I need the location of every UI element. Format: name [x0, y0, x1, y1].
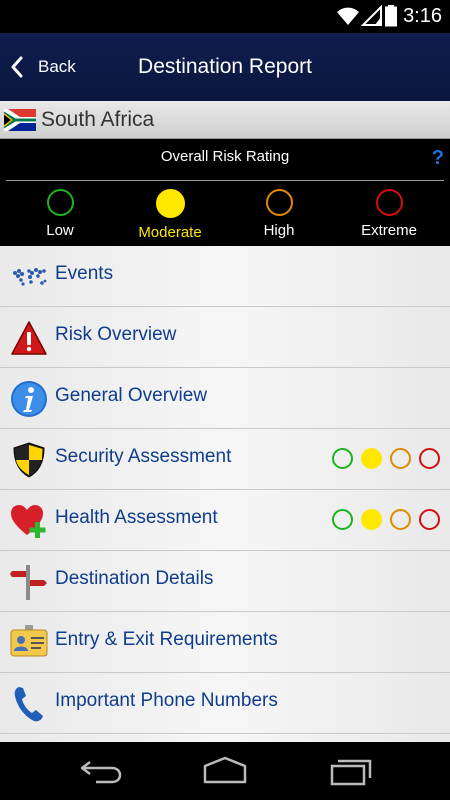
menu-item-risk-overview[interactable]: Risk Overview: [0, 307, 450, 368]
menu-item-important-phone-numbers[interactable]: Important Phone Numbers: [0, 673, 450, 734]
heart-plus-icon: [11, 505, 46, 538]
menu-label-entry-exit-requirements: Entry & Exit Requirements: [55, 629, 278, 650]
menu-label-security-assessment: Security Assessment: [55, 446, 232, 467]
menu-item-events[interactable]: Events: [0, 246, 450, 307]
rating-dot-high: [390, 509, 411, 530]
warning-icon: [11, 321, 47, 355]
risk-circle-extreme: [375, 189, 403, 216]
menu-label-important-phone-numbers: Important Phone Numbers: [55, 690, 278, 711]
menu-label-general-overview: General Overview: [55, 385, 208, 406]
risk-circle-moderate: [155, 189, 185, 218]
menu-item-general-overview[interactable]: General Overview: [0, 368, 450, 429]
rating-dot-low: [332, 448, 353, 469]
risk-label-extreme: Extreme: [361, 222, 417, 239]
risk-level-high: High: [224, 189, 334, 239]
menu-item-destination-details[interactable]: Destination Details: [0, 551, 450, 612]
app-bar: Back Destination Report: [0, 33, 450, 101]
overall-risk-panel: Overall Risk Rating ? Low Moderate High …: [0, 139, 450, 246]
status-time: 3:16: [403, 5, 442, 27]
menu-item-entry-exit-requirements[interactable]: Entry & Exit Requirements: [0, 612, 450, 673]
menu-label-destination-details: Destination Details: [55, 568, 214, 589]
rating-dot-high: [390, 448, 411, 469]
health-rating: [324, 509, 440, 530]
shield-icon: [13, 442, 45, 478]
report-menu: Events Risk Overview General Overview Se…: [0, 246, 450, 742]
risk-level-low: Low: [5, 189, 115, 239]
menu-label-risk-overview: Risk Overview: [55, 324, 177, 345]
south-africa-flag-icon: [4, 109, 36, 131]
risk-circle-low: [46, 189, 74, 216]
divider: [6, 180, 444, 181]
risk-title: Overall Risk Rating: [160, 148, 290, 165]
system-nav-bar: [0, 742, 450, 800]
rating-dot-extreme: [419, 509, 440, 530]
back-nav-icon[interactable]: [78, 756, 124, 786]
risk-label-low: Low: [46, 222, 74, 239]
status-bar: 3:16: [0, 0, 450, 33]
rating-dot-low: [332, 509, 353, 530]
menu-label-health-assessment: Health Assessment: [55, 507, 218, 528]
menu-item-security-assessment[interactable]: Security Assessment: [0, 429, 450, 490]
risk-label-high: High: [263, 222, 295, 239]
risk-level-moderate: Moderate: [115, 189, 225, 241]
signpost-icon: [10, 565, 47, 600]
wifi-icon: [337, 7, 359, 25]
rating-dot-extreme: [419, 448, 440, 469]
rating-dot-moderate: [361, 509, 382, 530]
id-card-icon: [10, 625, 48, 657]
menu-item-health-assessment[interactable]: Health Assessment: [0, 490, 450, 551]
info-icon: [11, 381, 47, 417]
help-button[interactable]: ?: [432, 147, 444, 170]
risk-level-extreme: Extreme: [334, 189, 444, 239]
country-header: South Africa: [0, 101, 450, 139]
phone-icon: [14, 687, 43, 722]
recent-apps-nav-icon[interactable]: [328, 756, 374, 786]
home-nav-icon[interactable]: [201, 756, 249, 786]
battery-icon: [385, 5, 397, 27]
page-title: Destination Report: [138, 55, 312, 78]
menu-label-events: Events: [55, 263, 114, 284]
risk-circle-high: [265, 189, 293, 216]
security-rating: [324, 448, 440, 469]
signal-icon: [361, 5, 382, 26]
world-map-icon: [13, 268, 47, 286]
country-name: South Africa: [41, 108, 155, 131]
rating-dot-moderate: [361, 448, 382, 469]
risk-label-moderate: Moderate: [138, 224, 202, 241]
